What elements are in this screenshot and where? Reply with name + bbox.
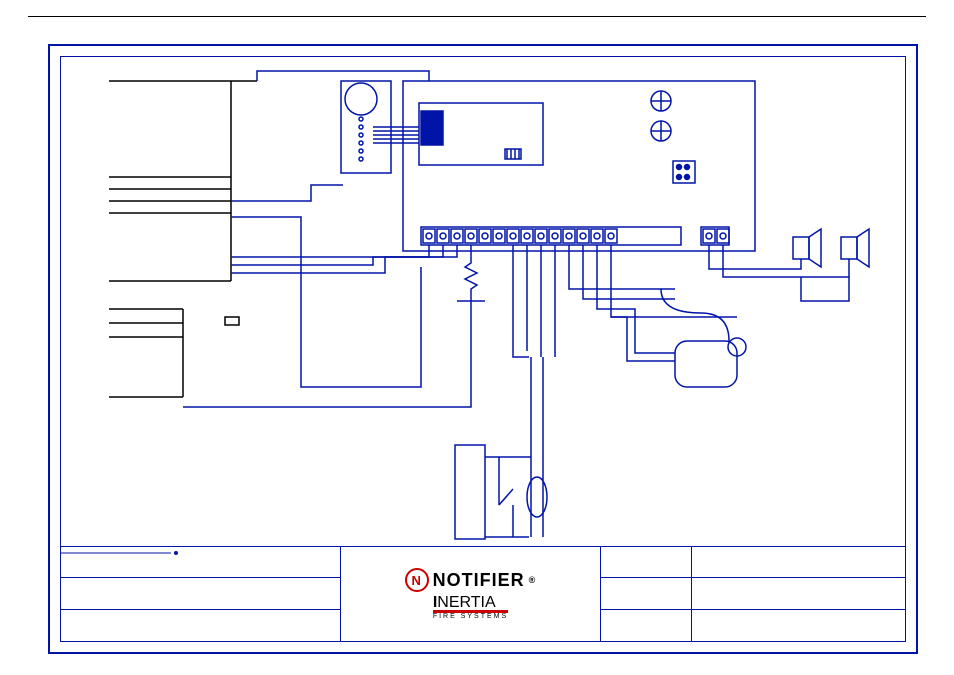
earth-symbol-1 xyxy=(651,91,671,111)
notifier-badge-icon: N xyxy=(405,568,429,592)
tb-r2c2 xyxy=(692,578,905,609)
tb-r1c2 xyxy=(692,547,905,578)
schematic-area xyxy=(61,57,905,547)
titleblock-logos: N NOTIFIER ® INERTIA FIRE SYSTEMS xyxy=(341,547,601,641)
inertia-rest: NERTIA xyxy=(437,594,495,611)
tb-right-col2 xyxy=(692,547,905,641)
indicator-dial xyxy=(345,83,377,115)
cable-gland xyxy=(527,477,547,517)
sounder-1 xyxy=(793,229,821,267)
tb-left-row3 xyxy=(61,610,340,641)
page-rule-top xyxy=(28,16,926,17)
relay-contact xyxy=(485,457,531,537)
detector xyxy=(675,338,746,387)
terminal-block xyxy=(421,227,729,245)
tb-r3c2 xyxy=(692,610,905,641)
titleblock-left xyxy=(61,547,341,641)
led-column xyxy=(359,117,363,161)
inertia-logo: INERTIA FIRE SYSTEMS xyxy=(433,594,508,620)
notifier-logo: N NOTIFIER ® xyxy=(405,568,537,592)
tb-left-row2 xyxy=(61,578,340,609)
titleblock-right xyxy=(601,547,905,641)
vertical-bundle xyxy=(531,357,543,537)
left-wiring-block xyxy=(109,81,257,397)
notifier-wordmark: NOTIFIER xyxy=(433,570,525,591)
tb-r3c1 xyxy=(601,610,691,641)
registered-icon: ® xyxy=(529,575,537,585)
wiring-svg xyxy=(61,57,907,551)
tb-r1c1 xyxy=(601,547,691,578)
revision-line-icon xyxy=(61,547,181,559)
ribbon-cable xyxy=(373,127,419,143)
page: N NOTIFIER ® INERTIA FIRE SYSTEMS xyxy=(0,0,954,675)
earth-symbol-2 xyxy=(651,121,671,141)
drawing-frame: N NOTIFIER ® INERTIA FIRE SYSTEMS xyxy=(48,44,918,654)
sounder-2 xyxy=(841,229,869,267)
inertia-sub: FIRE SYSTEMS xyxy=(433,613,508,620)
door-contact xyxy=(225,317,239,325)
eol-resistor xyxy=(457,245,485,301)
tb-r2c1 xyxy=(601,578,691,609)
control-panel xyxy=(403,81,755,251)
drawing-inner-frame: N NOTIFIER ® INERTIA FIRE SYSTEMS xyxy=(60,56,906,642)
tb-right-col1 xyxy=(601,547,692,641)
connector-dots xyxy=(677,165,690,180)
title-block: N NOTIFIER ® INERTIA FIRE SYSTEMS xyxy=(61,546,905,641)
